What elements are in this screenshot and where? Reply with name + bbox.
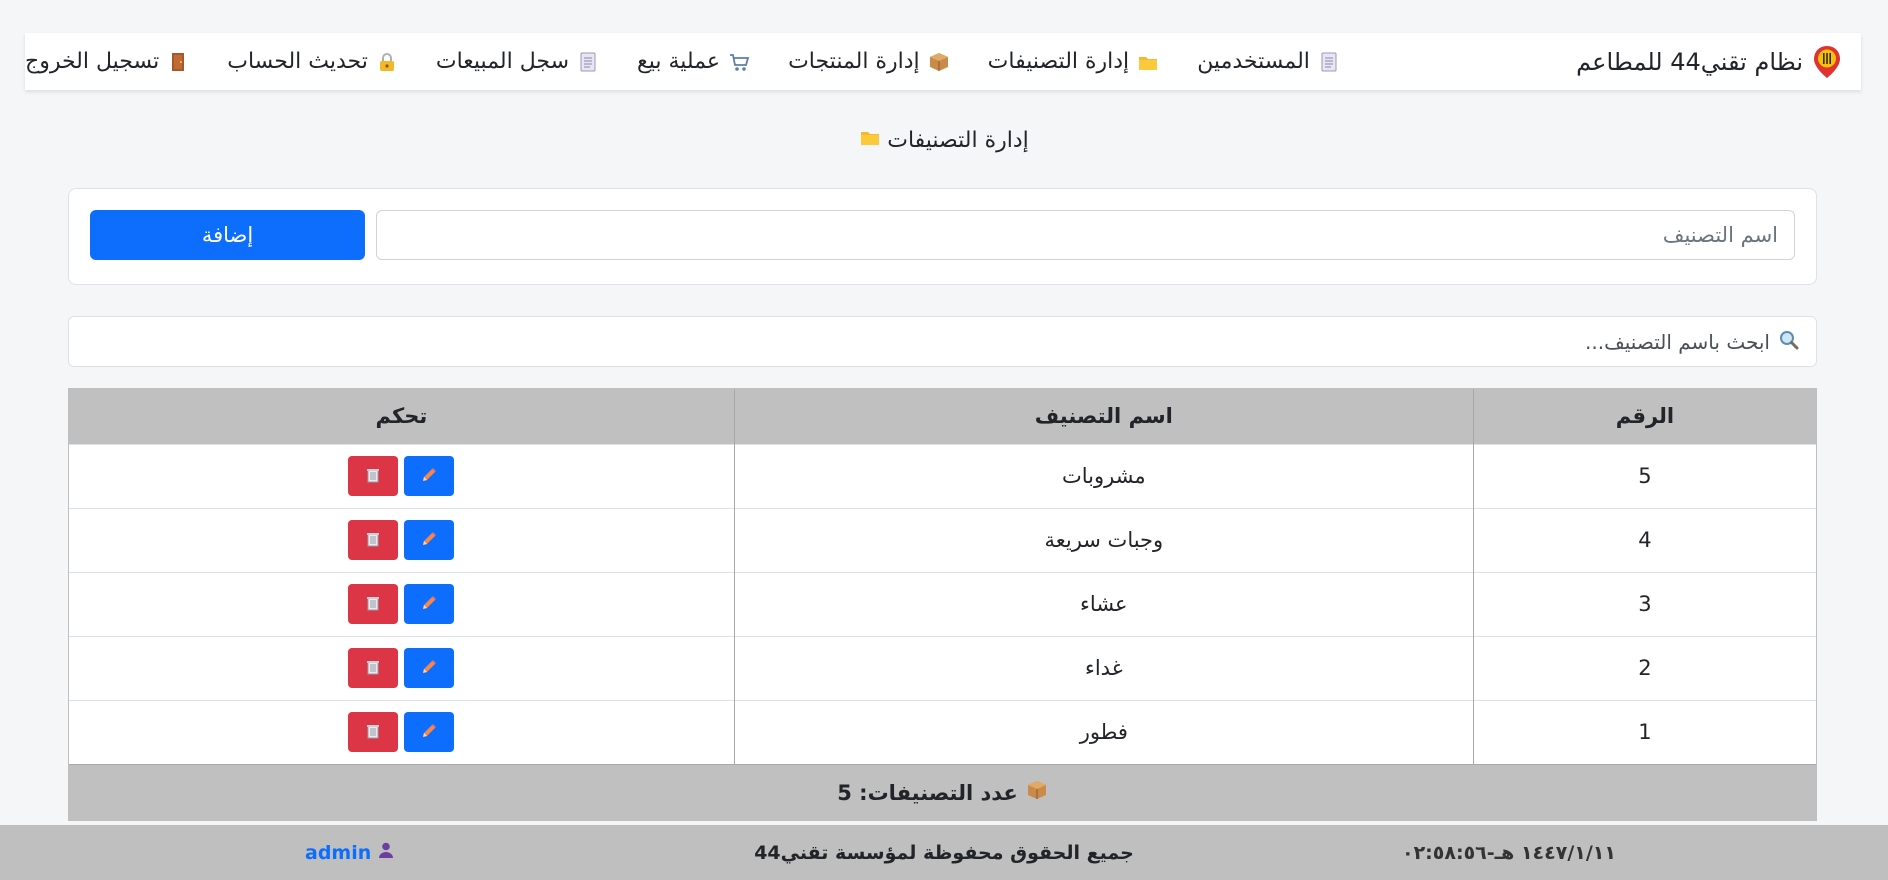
row-name: غداء (733, 635, 1474, 700)
edit-button[interactable] (404, 584, 455, 624)
edit-button[interactable] (404, 712, 455, 753)
brand-title: نظام تقني44 للمطاعم (1576, 47, 1803, 76)
row-controls (69, 699, 735, 764)
trash-icon (364, 530, 382, 551)
header-control: تحكم (69, 389, 735, 444)
pencil-icon (420, 658, 438, 679)
nav-sales-log[interactable]: سجل المبيعات (436, 49, 599, 74)
receipt-icon (577, 51, 599, 73)
folder-icon (1137, 51, 1159, 73)
trash-icon (364, 658, 382, 679)
edit-button[interactable] (404, 456, 455, 496)
row-num: 1 (1472, 699, 1816, 764)
header-name: اسم التصنيف (733, 389, 1474, 444)
table-row: 3 عشاء (69, 571, 1816, 636)
box-icon (1026, 779, 1048, 806)
row-name: مشروبات (733, 443, 1474, 508)
row-controls (69, 443, 735, 508)
edit-button[interactable] (404, 648, 455, 688)
user-icon (377, 841, 395, 864)
cart-icon (728, 51, 750, 73)
nav-categories[interactable]: إدارة التصنيفات (988, 49, 1160, 74)
search-box (68, 316, 1817, 367)
pencil-icon (420, 594, 438, 615)
nav-sale[interactable]: عملية بيع (637, 49, 750, 74)
lock-icon (376, 51, 398, 73)
row-num: 3 (1472, 571, 1816, 636)
category-name-input[interactable] (376, 210, 1795, 260)
door-icon (167, 51, 189, 73)
delete-button[interactable] (348, 648, 399, 688)
folder-icon (859, 126, 881, 154)
nav-update-account[interactable]: تحديث الحساب (227, 49, 398, 74)
footer-datetime: ١٤٤٧/١/١١ هـ-٠٢:٥٨:٥٦ (1401, 841, 1616, 864)
page-footer: ١٤٤٧/١/١١ هـ-٠٢:٥٨:٥٦ جميع الحقوق محفوظة… (0, 825, 1888, 880)
nav-links: المستخدمين إدارة التصنيفات إدارة المنتجا… (25, 49, 1340, 74)
trash-icon (364, 466, 382, 487)
search-icon (1778, 329, 1800, 355)
header-num: الرقم (1472, 389, 1816, 444)
trash-icon (364, 594, 382, 615)
table-header-row: الرقم اسم التصنيف تحكم (69, 389, 1816, 444)
row-num: 4 (1472, 507, 1816, 572)
nav-users-label: المستخدمين (1197, 49, 1310, 74)
nav-users[interactable]: المستخدمين (1197, 49, 1340, 74)
nav-products-label: إدارة المنتجات (788, 49, 920, 74)
row-name: وجبات سريعة (733, 507, 1474, 572)
add-button[interactable]: إضافة (90, 210, 365, 260)
footer-username: admin (305, 841, 372, 864)
categories-count: عدد التصنيفات: 5 (69, 764, 1816, 820)
nav-logout-label: تسجيل الخروج (25, 49, 160, 74)
search-input[interactable] (85, 329, 1770, 354)
pencil-icon (420, 722, 438, 743)
row-controls (69, 507, 735, 572)
nav-update-account-label: تحديث الحساب (227, 49, 368, 74)
table-row: 4 وجبات سريعة (69, 507, 1816, 572)
nav-logout[interactable]: تسجيل الخروج (25, 49, 189, 74)
delete-button[interactable] (348, 584, 399, 624)
box-icon (928, 51, 950, 73)
receipt-icon (1318, 51, 1340, 73)
trash-icon (364, 722, 382, 743)
pencil-icon (420, 530, 438, 551)
footer-user[interactable]: admin (305, 841, 395, 864)
row-num: 2 (1472, 635, 1816, 700)
pencil-icon (420, 466, 438, 487)
delete-button[interactable] (348, 712, 399, 753)
nav-products[interactable]: إدارة المنتجات (788, 49, 950, 74)
page-title: إدارة التصنيفات (0, 126, 1888, 154)
categories-count-label: عدد التصنيفات: 5 (837, 780, 1018, 805)
restaurant-pin-logo-icon (1813, 45, 1841, 79)
delete-button[interactable] (348, 520, 399, 560)
delete-button[interactable] (348, 456, 399, 496)
row-controls (69, 571, 735, 636)
row-name: فطور (733, 699, 1474, 764)
row-num: 5 (1472, 443, 1816, 508)
add-category-card: إضافة (68, 188, 1817, 285)
nav-sale-label: عملية بيع (637, 49, 721, 74)
edit-button[interactable] (404, 520, 455, 560)
nav-categories-label: إدارة التصنيفات (987, 49, 1130, 74)
table-row: 1 فطور (69, 699, 1816, 764)
page-title-text: إدارة التصنيفات (887, 127, 1029, 153)
table-row: 2 غداء (69, 635, 1816, 700)
nav-sales-log-label: سجل المبيعات (435, 49, 570, 74)
row-controls (69, 635, 735, 700)
brand[interactable]: نظام تقني44 للمطاعم (1576, 45, 1841, 79)
row-name: عشاء (733, 571, 1474, 636)
top-navbar: نظام تقني44 للمطاعم المستخدمين إدارة الت… (25, 33, 1861, 90)
table-row: 5 مشروبات (69, 443, 1816, 508)
categories-table: الرقم اسم التصنيف تحكم 5 مشروبات 4 وجبات سر… (68, 388, 1817, 821)
